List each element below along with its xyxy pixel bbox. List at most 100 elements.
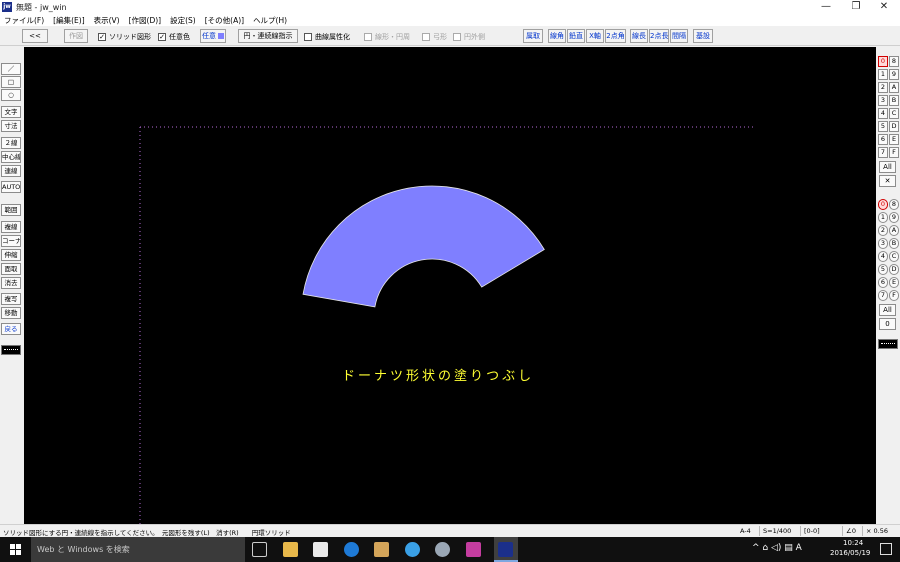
internet-explorer-icon[interactable]	[405, 542, 420, 557]
layer-button[interactable]: A	[889, 82, 899, 93]
tool-double-line[interactable]: ２線	[1, 137, 21, 149]
attr-get-button[interactable]: 属取	[523, 29, 543, 43]
line-length-button[interactable]: 線長	[630, 29, 648, 43]
menu-other[interactable]: [その他(A)]	[205, 15, 244, 26]
layer-button[interactable]: E	[889, 134, 899, 145]
layer-cross-icon[interactable]: ✕	[879, 175, 896, 187]
layer-button[interactable]: D	[889, 121, 899, 132]
tool-rectangle[interactable]: □	[1, 76, 21, 88]
tool-connect-line[interactable]: 連線	[1, 165, 21, 177]
layer-button[interactable]: 2	[878, 82, 888, 93]
group-zero-button[interactable]: 0	[879, 318, 896, 330]
clock-time[interactable]: 10:24	[843, 539, 863, 547]
circle-polyline-mode-button[interactable]: 円・連続線指示	[238, 29, 298, 43]
layer-button[interactable]: 1	[878, 69, 888, 80]
layer-button[interactable]: C	[889, 108, 899, 119]
layer-all-button[interactable]: All	[879, 161, 896, 173]
group-button[interactable]: 2	[878, 225, 888, 236]
x-axis-button[interactable]: X軸	[586, 29, 604, 43]
tool-dimension[interactable]: 寸法	[1, 120, 21, 132]
scale-field[interactable]: S=1/400	[759, 526, 791, 536]
layer-button[interactable]: F	[889, 147, 899, 158]
layer-button[interactable]: 9	[889, 69, 899, 80]
group-button[interactable]: 0	[878, 199, 888, 210]
group-button[interactable]: 4	[878, 251, 888, 262]
group-button[interactable]: 9	[889, 212, 899, 223]
group-button[interactable]: F	[889, 290, 899, 301]
close-button[interactable]: ✕	[870, 0, 898, 14]
start-button[interactable]	[0, 537, 30, 562]
angle-field[interactable]: ∠0	[842, 526, 856, 536]
layer-button[interactable]: 7	[878, 147, 888, 158]
menu-settings[interactable]: 設定(S)	[170, 15, 196, 26]
menu-file[interactable]: ファイル(F)	[4, 15, 44, 26]
task-view-icon[interactable]	[252, 542, 267, 557]
group-button[interactable]: 6	[878, 277, 888, 288]
app-icon-5[interactable]	[435, 542, 450, 557]
layer-button[interactable]: 0	[878, 56, 888, 67]
solid-checkbox[interactable]: ✓ ソリッド図形	[98, 31, 151, 42]
any-color-button[interactable]: 任意	[200, 29, 226, 43]
tool-line[interactable]: ／	[1, 63, 21, 75]
restore-button[interactable]: ❐	[842, 0, 870, 14]
media-player-icon[interactable]	[374, 542, 389, 557]
tool-corner[interactable]: コーナー	[1, 235, 21, 247]
layer-field[interactable]: [0-0]	[800, 526, 820, 536]
interval-button[interactable]: 間隔	[670, 29, 688, 43]
two-point-angle-button[interactable]: 2点角	[605, 29, 626, 43]
jw-win-taskbar-button[interactable]	[494, 537, 518, 562]
tool-auto[interactable]: AUTO	[1, 181, 21, 193]
arc-shape-checkbox[interactable]: 弓形	[422, 31, 447, 42]
group-button[interactable]: A	[889, 225, 899, 236]
back-button[interactable]: <<	[22, 29, 48, 43]
minimize-button[interactable]: —	[812, 0, 840, 14]
tool-offset[interactable]: 複線	[1, 221, 21, 233]
menu-view[interactable]: 表示(V)	[94, 15, 120, 26]
tool-move[interactable]: 移動	[1, 307, 21, 319]
tool-chamfer[interactable]: 面取	[1, 263, 21, 275]
app-icon-6[interactable]	[466, 542, 481, 557]
menu-edit[interactable]: [編集(E)]	[53, 15, 84, 26]
layer-button[interactable]: B	[889, 95, 899, 106]
tool-text[interactable]: 文字	[1, 106, 21, 118]
layer-button[interactable]: 5	[878, 121, 888, 132]
layer-button[interactable]: 4	[878, 108, 888, 119]
group-button[interactable]: E	[889, 277, 899, 288]
paper-size[interactable]: A-4	[737, 526, 751, 536]
layer-button[interactable]: 8	[889, 56, 899, 67]
group-all-button[interactable]: All	[879, 304, 896, 316]
tool-copy[interactable]: 複写	[1, 293, 21, 305]
group-button[interactable]: 1	[878, 212, 888, 223]
group-button[interactable]: 8	[889, 199, 899, 210]
vertical-button[interactable]: 鉛直	[567, 29, 585, 43]
zoom-field[interactable]: × 0.56	[862, 526, 888, 536]
line-arc-checkbox[interactable]: 線形・円周	[364, 31, 410, 42]
any-color-checkbox[interactable]: ✓ 任意色	[158, 31, 190, 42]
arc-outer-checkbox[interactable]: 円外側	[453, 31, 485, 42]
notification-icon[interactable]	[880, 543, 892, 555]
two-point-length-button[interactable]: 2点長	[649, 29, 669, 43]
file-explorer-icon[interactable]	[283, 542, 298, 557]
edge-browser-icon[interactable]	[344, 542, 359, 557]
tool-range[interactable]: 範囲	[1, 204, 21, 216]
group-button[interactable]: C	[889, 251, 899, 262]
menu-draw[interactable]: [作図(D)]	[129, 15, 161, 26]
tool-erase[interactable]: 消去	[1, 277, 21, 289]
taskbar-search-box[interactable]: Web と Windows を検索	[31, 537, 245, 562]
tool-stretch[interactable]: 伸縮	[1, 249, 21, 261]
line-angle-button[interactable]: 線角	[548, 29, 566, 43]
group-button[interactable]: 5	[878, 264, 888, 275]
base-set-button[interactable]: 基設	[693, 29, 713, 43]
store-icon[interactable]	[313, 542, 328, 557]
layer-button[interactable]: 6	[878, 134, 888, 145]
tool-undo[interactable]: 戻る	[1, 323, 21, 335]
tool-center-line[interactable]: 中心線	[1, 151, 21, 163]
group-button[interactable]: B	[889, 238, 899, 249]
donut-solid-shape[interactable]	[302, 185, 545, 308]
menu-help[interactable]: ヘルプ(H)	[253, 15, 287, 26]
clock-date[interactable]: 2016/05/19	[830, 549, 870, 557]
line-type-selector[interactable]	[1, 345, 21, 355]
group-button[interactable]: 7	[878, 290, 888, 301]
draw-button[interactable]: 作図	[64, 29, 88, 43]
group-button[interactable]: D	[889, 264, 899, 275]
